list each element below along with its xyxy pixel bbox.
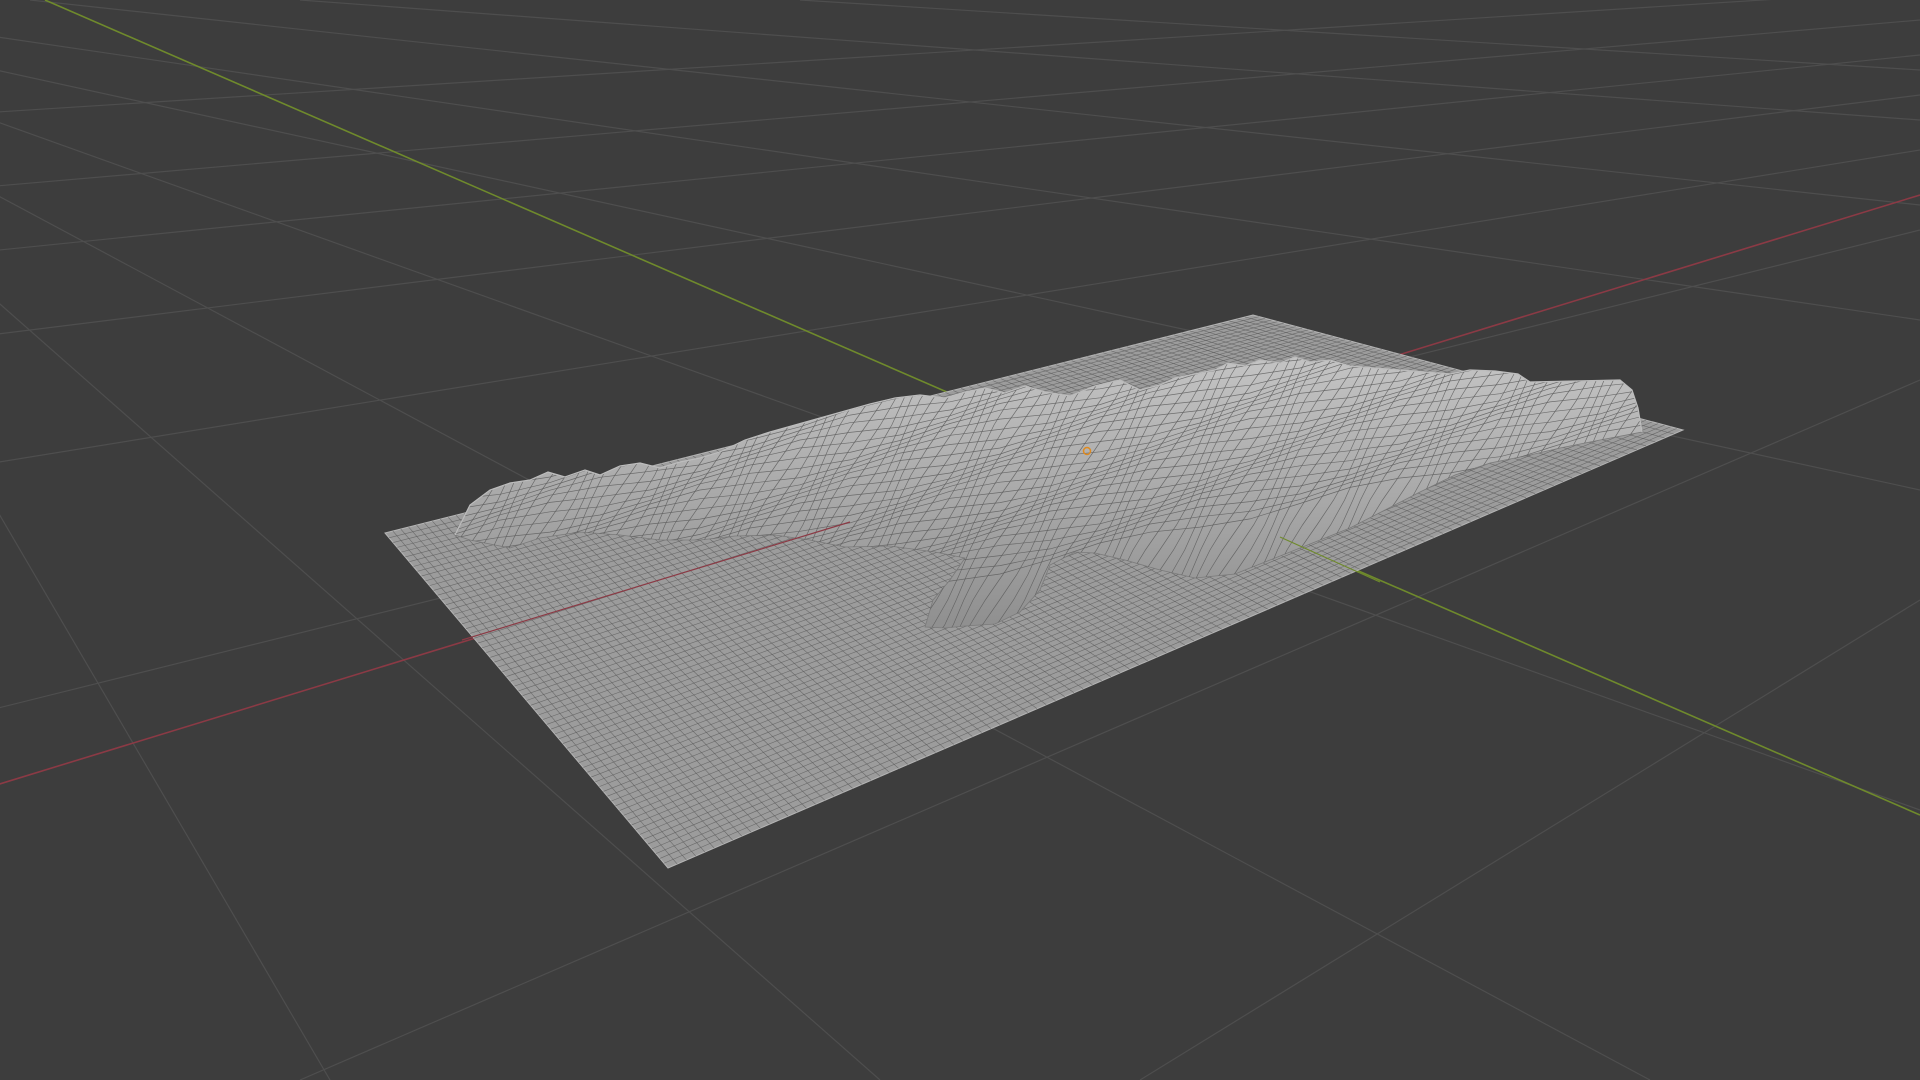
viewport-canvas[interactable] xyxy=(0,0,1920,1080)
3d-viewport[interactable] xyxy=(0,0,1920,1080)
